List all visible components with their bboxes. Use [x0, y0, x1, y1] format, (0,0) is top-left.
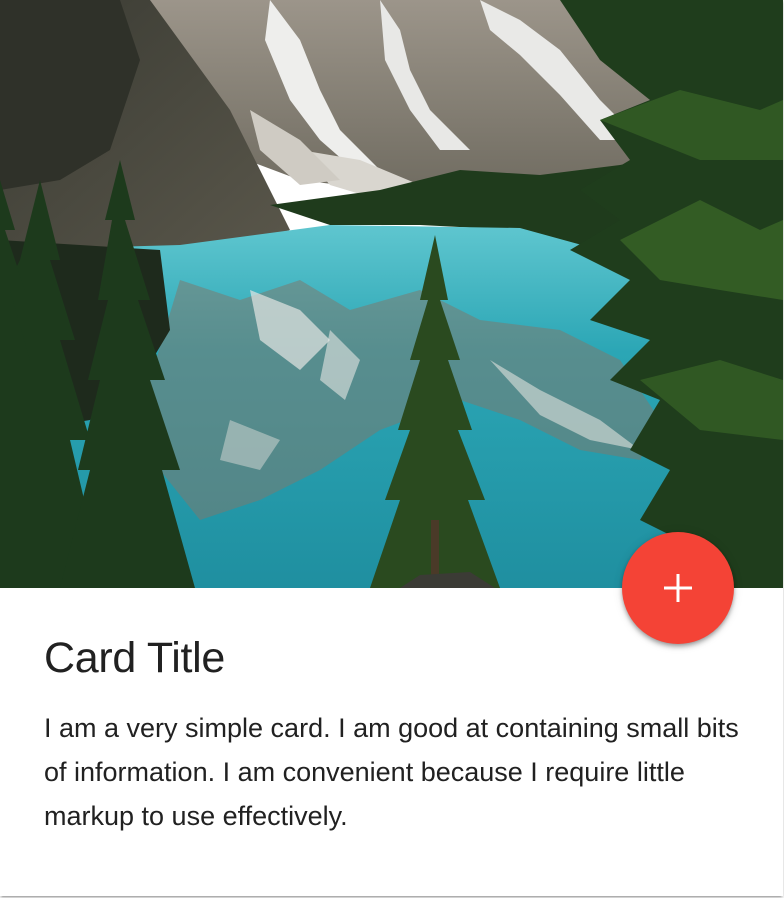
- add-icon: [664, 574, 692, 602]
- add-button[interactable]: [622, 532, 734, 644]
- mountain-lake-image: [0, 0, 783, 588]
- card-title: Card Title: [44, 634, 226, 682]
- card-image: [0, 0, 783, 588]
- card: Card Title I am a very simple card. I am…: [0, 0, 783, 896]
- card-text: I am a very simple card. I am good at co…: [44, 713, 739, 831]
